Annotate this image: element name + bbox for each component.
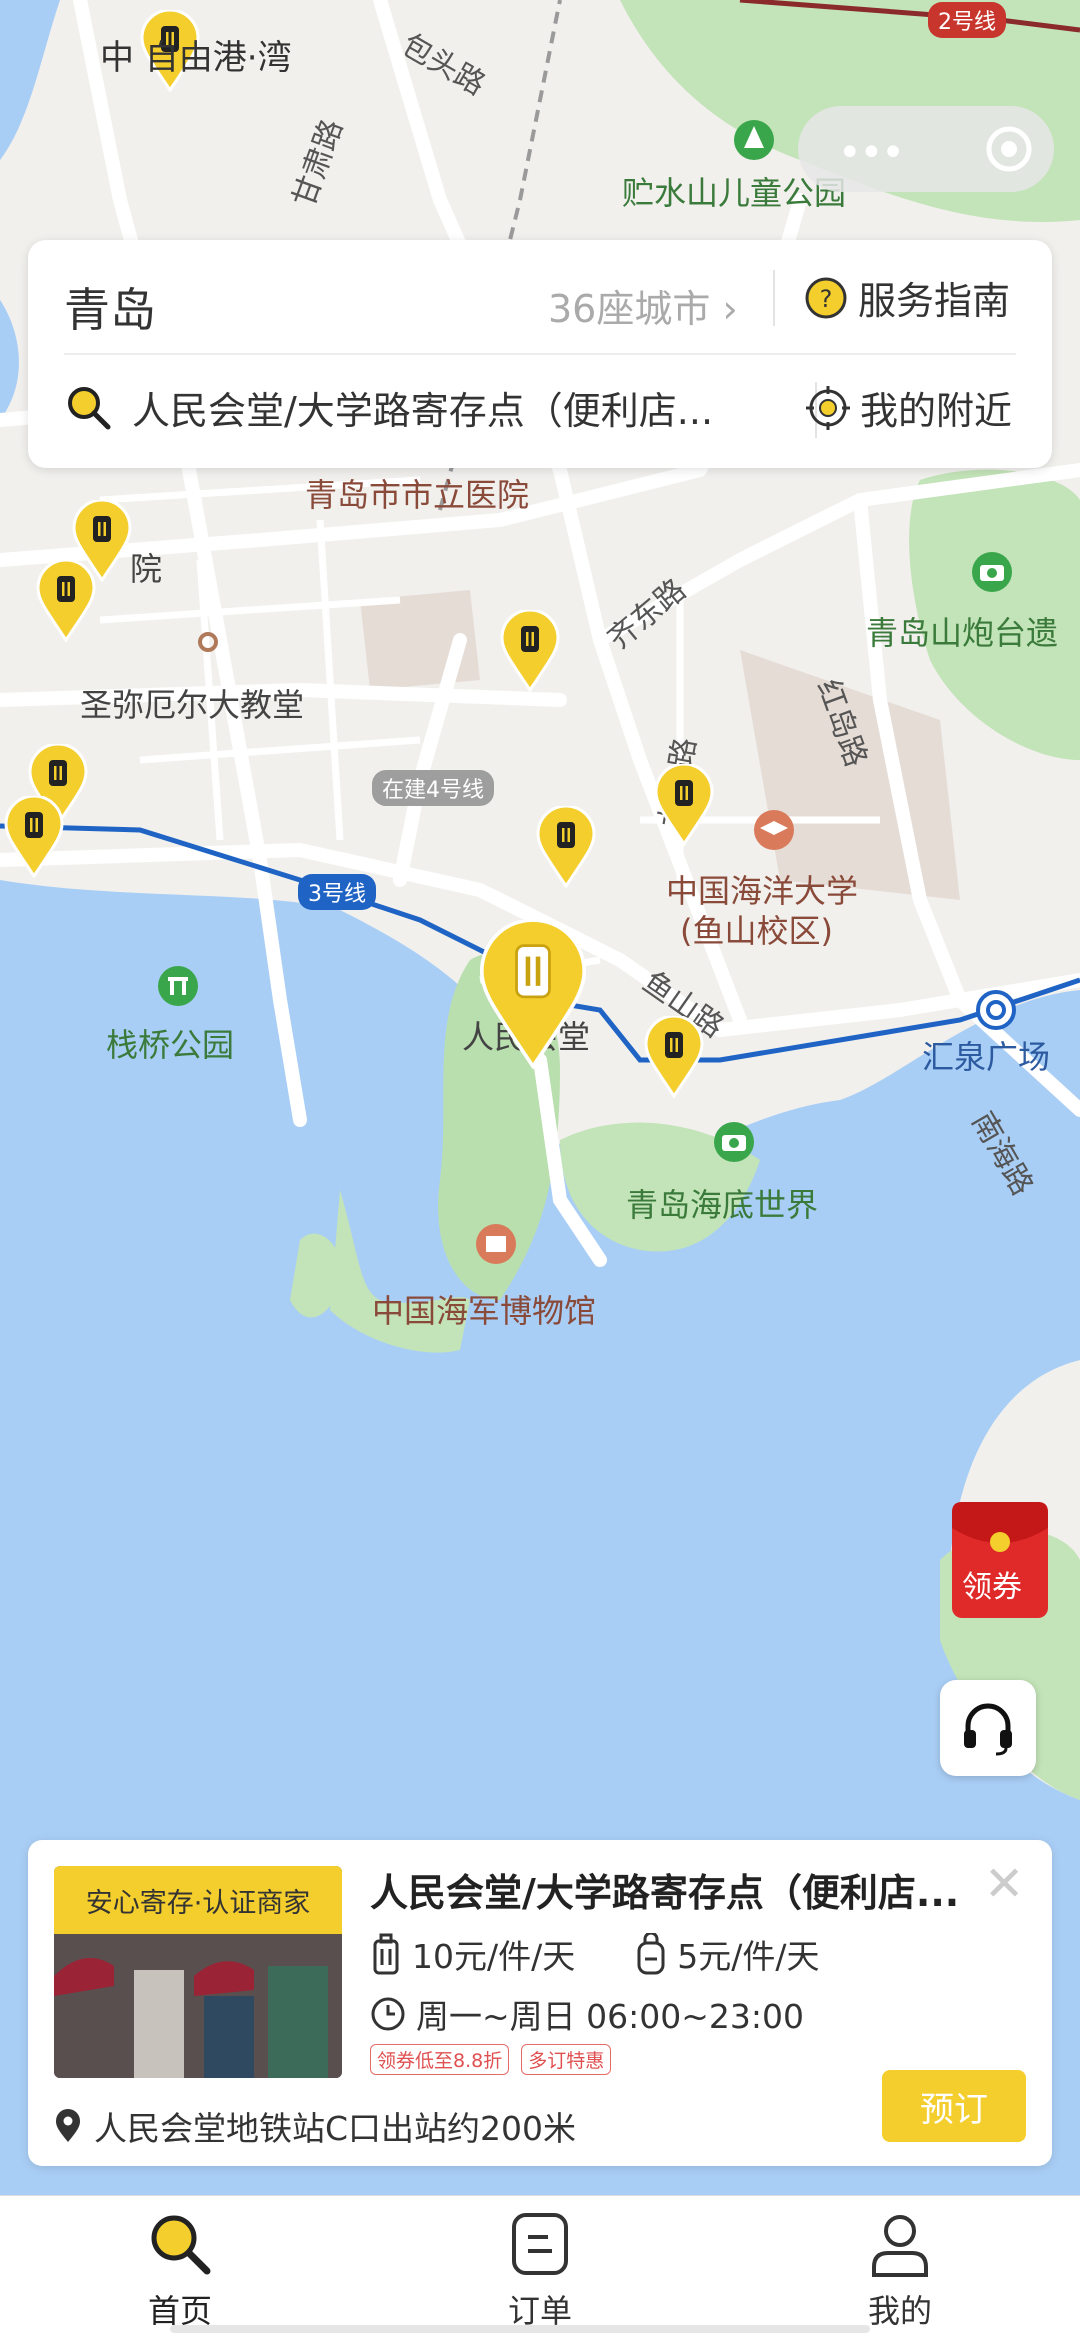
park-icon <box>734 120 774 160</box>
poi-aquarium-label: 青岛海底世界 <box>626 1186 819 1224</box>
price-row: 10元/件/天 5元/件/天 <box>370 1930 819 1978</box>
certified-merchant-badge: 安心寄存·认证商家 <box>54 1866 342 1934</box>
headset-icon <box>964 1703 1012 1756</box>
service-guide-button[interactable]: ? 服务指南 <box>804 270 1010 325</box>
clock-icon <box>371 1997 405 2031</box>
storage-pin[interactable] <box>36 560 96 642</box>
museum-icon <box>476 1224 516 1264</box>
promo-tag: 领券低至8.8折 <box>370 2044 510 2075</box>
svg-text:?: ? <box>820 285 833 313</box>
storage-pin[interactable] <box>500 610 560 692</box>
home-indicator <box>170 2325 870 2333</box>
poi-hospital-short-label: 院 <box>130 550 163 588</box>
camera-icon <box>972 552 1012 592</box>
store-title: 人民会堂/大学路寄存点（便利店... <box>370 1871 960 1915</box>
luggage-price: 10元/件/天 <box>412 1937 576 1976</box>
close-icon[interactable]: ✕ <box>984 1860 1024 1908</box>
locate-icon <box>806 385 850 430</box>
school-icon <box>754 810 794 850</box>
customer-service-button[interactable] <box>940 1680 1036 1776</box>
park-gate-icon <box>158 966 198 1006</box>
user-icon <box>872 2215 928 2277</box>
metro-line-4-badge: 在建4号线 <box>372 770 494 806</box>
search-card: 青岛 36座城市 › ? 服务指南 人民会堂/大学路寄存点（便利店... 我的附… <box>28 240 1052 468</box>
more-icon[interactable]: ••• <box>838 130 905 176</box>
divider <box>773 270 775 326</box>
bag-price: 5元/件/天 <box>677 1937 820 1976</box>
search-bar[interactable]: 人民会堂/大学路寄存点（便利店... <box>64 380 772 435</box>
storage-pin[interactable] <box>4 796 64 878</box>
tab-orders[interactable]: 订单 <box>450 2206 630 2332</box>
service-guide-label: 服务指南 <box>858 279 1011 323</box>
store-photo: 安心寄存·认证商家 <box>54 1866 342 2078</box>
poi-zhanqiao-label: 栈桥公园 <box>106 1026 235 1064</box>
location-row: 人民会堂地铁站C口出站约200米 <box>54 2102 576 2150</box>
coupon-button[interactable]: 领券 <box>948 1498 1052 1622</box>
church-dot-icon <box>198 632 218 652</box>
metro-station-icon <box>976 990 1016 1030</box>
tab-home[interactable]: 首页 <box>90 2206 270 2332</box>
city-switch[interactable]: 36座城市 › <box>548 278 738 333</box>
opening-hours: 周一~周日 06:00~23:00 <box>416 1997 804 2036</box>
chevron-right-icon: › <box>722 287 738 331</box>
search-icon <box>68 386 111 429</box>
poi-church-label: 圣弥厄尔大教堂 <box>80 686 305 724</box>
divider <box>64 353 1016 355</box>
storage-pin[interactable] <box>536 806 596 888</box>
status-bar: 中 自由港·湾 <box>100 30 1080 80</box>
store-card[interactable]: 安心寄存·认证商家 人民会堂/大学路寄存点（便利店... ✕ 10元/件/天 5… <box>28 1840 1052 2166</box>
search-input[interactable]: 人民会堂/大学路寄存点（便利店... <box>132 380 772 435</box>
selected-storage-pin[interactable] <box>478 920 588 1070</box>
book-button[interactable]: 预订 <box>882 2070 1026 2142</box>
location-text: 人民会堂地铁站C口出站约200米 <box>94 2109 577 2148</box>
poi-navy-museum-label: 中国海军博物馆 <box>372 1292 597 1330</box>
miniprogram-capsule[interactable]: ••• <box>798 106 1054 192</box>
aquarium-icon <box>714 1122 754 1162</box>
close-miniprogram-icon[interactable] <box>984 124 1034 174</box>
promo-tags: 领券低至8.8折 多订特惠 <box>370 2044 612 2075</box>
order-icon <box>512 2213 568 2275</box>
tab-bar: 首页 订单 我的 <box>0 2195 1080 2341</box>
poi-fort-label: 青岛山炮台遗 <box>866 614 1059 652</box>
backpack-icon <box>637 1933 665 1975</box>
status-carrier: 中 自由港·湾 <box>100 38 292 78</box>
poi-university-campus-label: (鱼山校区) <box>680 912 833 950</box>
luggage-icon <box>373 1933 399 1975</box>
help-icon: ? <box>805 277 847 318</box>
storage-pin[interactable] <box>654 764 714 846</box>
promo-tag: 多订特惠 <box>521 2044 612 2075</box>
location-pin-icon <box>56 2109 80 2142</box>
hours-row: 周一~周日 06:00~23:00 <box>370 1990 804 2038</box>
metro-line-3-badge: 3号线 <box>298 874 376 910</box>
city-name[interactable]: 青岛 <box>64 274 156 340</box>
search-icon <box>151 2215 211 2275</box>
nearby-label: 我的附近 <box>860 389 1013 433</box>
poi-hospital-label: 青岛市市立医院 <box>305 476 530 514</box>
tab-profile[interactable]: 我的 <box>810 2206 990 2332</box>
nearby-button[interactable]: 我的附近 <box>806 380 1012 435</box>
city-count-label: 36座城市 <box>548 287 711 331</box>
storage-pin[interactable] <box>644 1016 704 1098</box>
poi-huiquan-label: 汇泉广场 <box>922 1038 1051 1076</box>
coupon-label: 领券 <box>962 1570 1022 1605</box>
